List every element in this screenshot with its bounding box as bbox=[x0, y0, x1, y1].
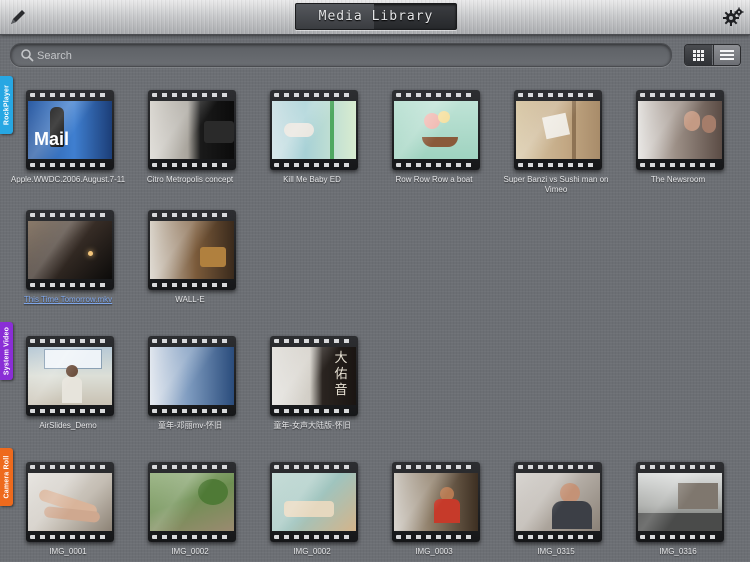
film-thumbnail bbox=[270, 90, 358, 170]
film-thumbnail bbox=[148, 336, 236, 416]
view-mode-toggle bbox=[684, 44, 741, 66]
video-title: The Newsroom bbox=[650, 175, 706, 184]
film-thumbnail bbox=[26, 336, 114, 416]
video-title: Row Row Row a boat bbox=[395, 175, 473, 184]
page-title: Media Library bbox=[318, 9, 434, 24]
section-tab-camera-roll[interactable]: Camera Roll bbox=[0, 448, 13, 506]
film-thumbnail bbox=[514, 90, 602, 170]
film-thumbnail: 大佑音 bbox=[270, 336, 358, 416]
gear-icon bbox=[723, 7, 744, 26]
search-icon bbox=[21, 49, 34, 62]
section-label: System Video bbox=[3, 326, 10, 376]
film-thumbnail bbox=[26, 462, 114, 542]
title-display: Media Library bbox=[295, 3, 457, 30]
film-thumbnail bbox=[514, 462, 602, 542]
top-bar: Media Library bbox=[0, 0, 750, 35]
list-icon bbox=[720, 50, 734, 60]
list-view-button[interactable] bbox=[713, 45, 740, 65]
video-title: IMG_0001 bbox=[49, 547, 87, 556]
film-thumbnail bbox=[148, 90, 236, 170]
video-title: 童年-女声大陆版-怀旧 bbox=[273, 421, 351, 430]
video-title: IMG_0315 bbox=[537, 547, 575, 556]
film-thumbnail bbox=[148, 210, 236, 290]
video-title: Apple.WWDC.2006.August.7-11 bbox=[10, 175, 126, 184]
edit-button[interactable] bbox=[8, 7, 28, 27]
film-thumbnail: Mail bbox=[26, 90, 114, 170]
video-title: WALL-E bbox=[175, 295, 205, 304]
film-thumbnail bbox=[392, 462, 480, 542]
search-bar bbox=[10, 43, 672, 67]
film-thumbnail bbox=[636, 90, 724, 170]
section-tab-system-video[interactable]: System Video bbox=[0, 322, 13, 380]
video-title: AirSlides_Demo bbox=[39, 421, 97, 430]
film-thumbnail bbox=[636, 462, 724, 542]
video-title: IMG_0002 bbox=[293, 547, 331, 556]
video-title: Super Banzi vs Sushi man on Vimeo bbox=[503, 175, 609, 194]
video-title: IMG_0002 bbox=[171, 547, 209, 556]
video-title: 童年-邓丽mv-怀旧 bbox=[158, 421, 222, 430]
film-thumbnail bbox=[26, 210, 114, 290]
section-tab-rockplayer[interactable]: RockPlayer bbox=[0, 76, 13, 134]
video-title: Kill Me Baby ED bbox=[283, 175, 341, 184]
video-title: IMG_0316 bbox=[659, 547, 697, 556]
search-input[interactable] bbox=[35, 46, 659, 66]
film-thumbnail bbox=[392, 90, 480, 170]
video-title: IMG_0003 bbox=[415, 547, 453, 556]
pencil-icon bbox=[11, 10, 25, 24]
grid-view-button[interactable] bbox=[685, 45, 712, 65]
video-title: This Time Tomorrow.mkv bbox=[23, 295, 113, 304]
film-thumbnail bbox=[148, 462, 236, 542]
section-label: Camera Roll bbox=[3, 455, 10, 499]
section-label: RockPlayer bbox=[3, 84, 10, 126]
video-title: Citro Metropolis concept bbox=[146, 175, 234, 184]
film-thumbnail bbox=[270, 462, 358, 542]
settings-button[interactable] bbox=[722, 6, 744, 28]
grid-icon bbox=[693, 50, 704, 61]
